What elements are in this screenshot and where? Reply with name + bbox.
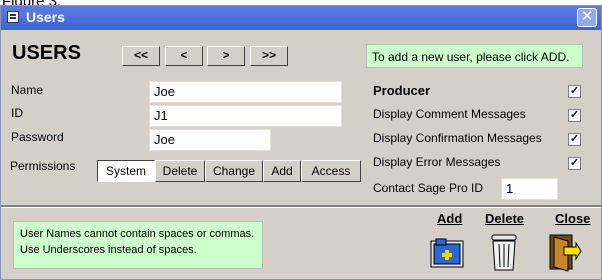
name-label: Name <box>11 83 44 97</box>
divider <box>1 205 601 208</box>
permission-add-tab[interactable]: Add <box>263 160 301 182</box>
close-label: Close <box>555 211 591 226</box>
password-field[interactable]: Joe <box>149 129 271 151</box>
permissions-label: Permissions <box>10 159 76 173</box>
close-window-button[interactable]: ✕ <box>577 8 597 27</box>
page-title: USERS <box>12 42 81 64</box>
add-folder-icon <box>430 238 464 268</box>
comment-messages-checkbox[interactable]: ✓ <box>568 109 581 122</box>
last-record-button[interactable]: >> <box>250 46 288 66</box>
window-title: Users <box>26 9 65 25</box>
form-icon <box>7 11 19 23</box>
add-user-hint: To add a new user, please click ADD. <box>366 44 583 68</box>
permission-system-tab[interactable]: System <box>97 160 155 182</box>
confirmation-messages-label: Display Confirmation Messages <box>373 131 542 145</box>
delete-button[interactable] <box>486 231 522 273</box>
permission-access-tab[interactable]: Access <box>301 160 361 182</box>
users-window: Users ✕ USERS << < > >> To add a new use… <box>0 5 602 280</box>
contact-id-label: Contact Sage Pro ID <box>373 181 484 195</box>
error-messages-checkbox[interactable]: ✓ <box>568 157 581 170</box>
password-label: Password <box>11 130 64 144</box>
permission-change-tab[interactable]: Change <box>205 160 263 182</box>
exit-door-icon <box>549 234 582 272</box>
confirmation-messages-checkbox[interactable]: ✓ <box>568 133 581 146</box>
producer-checkbox[interactable]: ✓ <box>568 85 581 98</box>
add-button[interactable] <box>429 231 465 273</box>
username-note: User Names cannot contain spaces or comm… <box>13 221 263 269</box>
producer-label: Producer <box>373 83 431 98</box>
title-bar: Users ✕ <box>1 6 601 30</box>
delete-label: Delete <box>485 211 525 226</box>
add-label: Add <box>437 211 463 226</box>
next-record-button[interactable]: > <box>207 46 245 66</box>
id-field[interactable]: J1 <box>149 105 342 127</box>
trash-icon <box>491 234 517 271</box>
previous-record-button[interactable]: < <box>165 46 203 66</box>
id-label: ID <box>11 106 23 120</box>
name-field[interactable]: Joe <box>149 81 342 103</box>
close-button[interactable] <box>546 231 582 273</box>
contact-id-field[interactable]: 1 <box>501 178 558 200</box>
comment-messages-label: Display Comment Messages <box>373 107 526 121</box>
error-messages-label: Display Error Messages <box>373 155 501 169</box>
permission-delete-tab[interactable]: Delete <box>155 160 205 182</box>
first-record-button[interactable]: << <box>122 46 160 66</box>
